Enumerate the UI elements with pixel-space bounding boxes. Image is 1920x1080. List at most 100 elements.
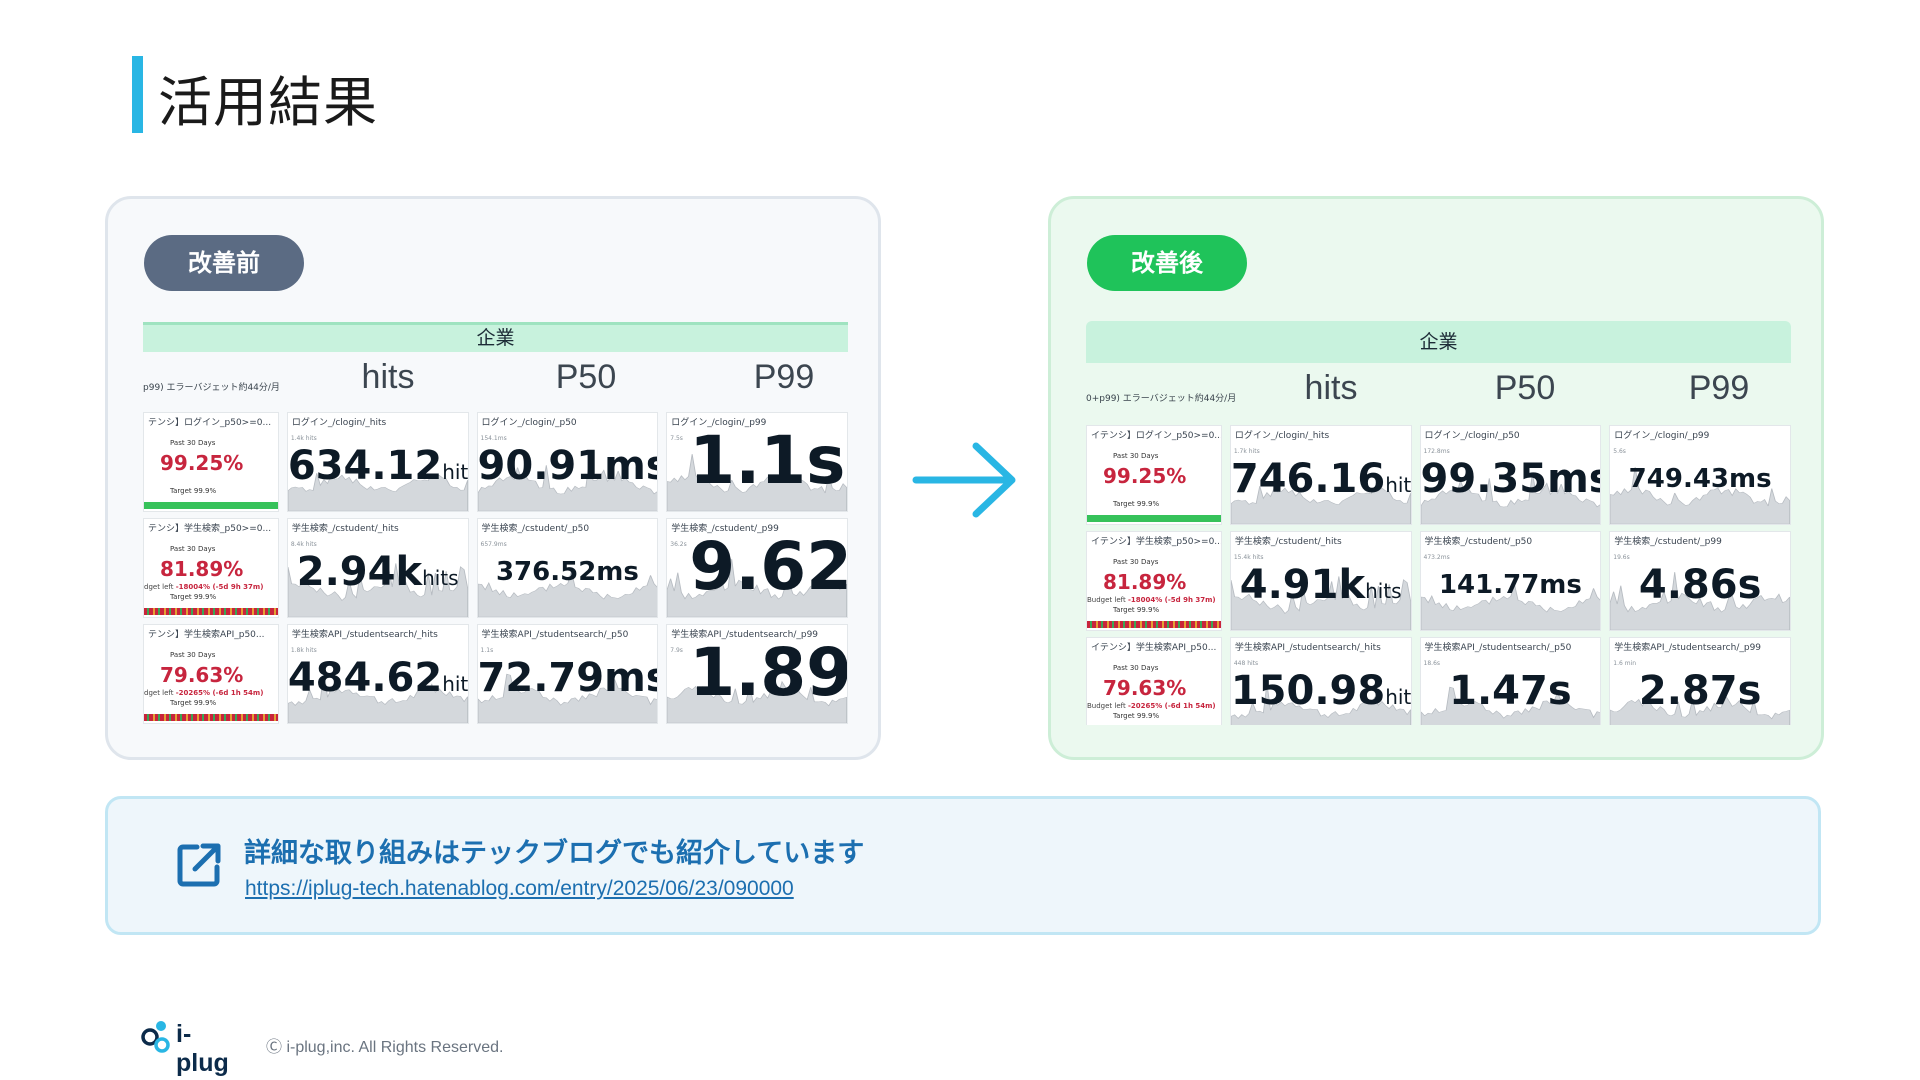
tile-title: ログイン_/clogin/_hits bbox=[1234, 431, 1330, 441]
metric-tile-hits: 学生検索API_/studentsearch/_hits448 hits53.8… bbox=[1229, 637, 1412, 725]
metric-row: テンシ】学生検索API_p50... Past 30 Days 79.63% dget… bbox=[143, 624, 848, 724]
value-number: 1.89s bbox=[689, 634, 848, 711]
group-header: 企業 bbox=[143, 322, 848, 352]
metric-value: 749.43ms bbox=[1610, 454, 1790, 505]
value-number: 634.12 bbox=[287, 443, 443, 489]
external-link-icon[interactable] bbox=[175, 841, 223, 889]
value-unit: hits bbox=[422, 566, 459, 590]
metric-value: 99.35ms bbox=[1421, 454, 1601, 510]
tile-title: 学生検索_/cstudent/_p50 bbox=[1424, 537, 1533, 547]
metric-tile-hits: 学生検索API_/studentsearch/_hits1.8k hits2.5… bbox=[286, 624, 469, 724]
value-number: 99.35ms bbox=[1420, 456, 1602, 502]
column-hits: hits bbox=[361, 358, 415, 396]
metric-value: 634.12hits bbox=[288, 441, 468, 497]
slo-percent: 79.63% bbox=[1103, 676, 1187, 700]
link-title[interactable]: 詳細な取り組みはテックブログでも紹介しています bbox=[244, 831, 864, 870]
after-label: 改善後 bbox=[1087, 235, 1247, 291]
slo-title: テンシ】学生検索_p50>=0... bbox=[148, 524, 272, 534]
metric-tile-p99: 学生検索API_/studentsearch/_p991.6 min110.8m… bbox=[1609, 637, 1791, 725]
tile-title: 学生検索API_/studentsearch/_hits bbox=[1234, 643, 1381, 653]
tile-title: 学生検索API_/studentsearch/_p50 bbox=[1424, 643, 1572, 653]
slo-status-bar bbox=[144, 714, 278, 721]
slo-percent: 99.25% bbox=[160, 451, 244, 475]
metric-value: 2.87s bbox=[1610, 666, 1790, 722]
slo-period: Past 30 Days bbox=[170, 439, 216, 447]
slo-target: Target 99.9% bbox=[170, 487, 217, 495]
budget-left: dget left -20265% (-6d 1h 54m) bbox=[144, 689, 263, 697]
metric-row: テンシ】ログイン_p50>=0... Past 30 Days 99.25% Targ… bbox=[143, 412, 848, 512]
tile-title: 学生検索API_/studentsearch/_p50 bbox=[481, 630, 629, 640]
slo-target: Target 99.9% bbox=[1113, 606, 1160, 614]
metric-tile-p99: 学生検索_/cstudent/_p9936.2s857.1ms9.62s bbox=[666, 518, 848, 618]
slo-tile: テンシ】学生検索_p50>=0... Past 30 Days 81.89% dget… bbox=[143, 518, 279, 618]
metric-row: テンシ】学生検索_p50>=0... Past 30 Days 81.89% dget… bbox=[143, 518, 848, 618]
company-logo: i-plug bbox=[140, 1018, 244, 1077]
value-unit: hits bbox=[1365, 579, 1402, 603]
metric-tile-hits: 学生検索_/cstudent/_hits15.4k hits433 hits4.… bbox=[1229, 531, 1412, 631]
slo-target: Target 99.9% bbox=[170, 593, 217, 601]
value-number: 749.43ms bbox=[1628, 464, 1772, 494]
value-unit: hits bbox=[442, 460, 469, 484]
group-header: 企業 bbox=[1086, 321, 1791, 363]
column-p99: P99 bbox=[1688, 369, 1750, 407]
metric-value: 141.77ms bbox=[1421, 560, 1601, 611]
slo-title: イテンシ】ログイン_p50>=0... bbox=[1091, 431, 1222, 441]
slo-percent: 81.89% bbox=[1103, 570, 1187, 594]
slo-percent: 81.89% bbox=[160, 557, 244, 581]
value-number: 141.77ms bbox=[1438, 570, 1582, 600]
budget-left-label: Budget left bbox=[1087, 702, 1128, 710]
slo-status-bar bbox=[144, 502, 278, 509]
value-number: 150.98 bbox=[1230, 668, 1386, 714]
value-number: 484.62 bbox=[287, 655, 443, 701]
metric-value: 9.62s bbox=[667, 534, 847, 612]
slo-target: Target 99.9% bbox=[1113, 500, 1160, 508]
metric-value: 2.94khits bbox=[288, 547, 468, 603]
metric-value: 150.98hits bbox=[1231, 666, 1411, 722]
before-panel: 改善前 企業 p99) エラーバジェット約44分/月 hits P50 P99 … bbox=[105, 196, 881, 760]
metric-row: イテンシ】学生検索API_p50... Past 30 Days 79.63% Bud… bbox=[1086, 637, 1791, 725]
tile-title: 学生検索_/cstudent/_p50 bbox=[481, 524, 590, 534]
value-number: 376.52ms bbox=[495, 557, 639, 587]
budget-left-label: Budget left bbox=[1087, 596, 1128, 604]
tile-title: ログイン_/clogin/_p50 bbox=[1424, 431, 1520, 441]
metric-tile-p50: ログイン_/clogin/_p50172.8ms73.2ms99.35ms bbox=[1419, 425, 1602, 525]
value-number: 4.91k bbox=[1239, 562, 1366, 608]
metric-value: 376.52ms bbox=[478, 547, 658, 598]
metric-value: 1.89s bbox=[667, 640, 847, 718]
value-number: 2.87s bbox=[1638, 668, 1762, 714]
slo-percent: 79.63% bbox=[160, 663, 244, 687]
column-hits: hits bbox=[1304, 369, 1358, 407]
slo-tile: イテンシ】学生検索API_p50... Past 30 Days 79.63% Bud… bbox=[1086, 637, 1222, 725]
slo-tile: イテンシ】学生検索_p50>=0... Past 30 Days 81.89% Bud… bbox=[1086, 531, 1222, 631]
slo-period: Past 30 Days bbox=[1113, 452, 1159, 460]
slo-period: Past 30 Days bbox=[170, 651, 216, 659]
budget-left-value: -18004% (-5d 9h 37m) bbox=[1127, 596, 1216, 604]
value-unit: hits bbox=[1385, 685, 1412, 709]
column-header-row: p99) エラーバジェット約44分/月 hits P50 P99 bbox=[143, 352, 848, 412]
metric-value: 72.79ms bbox=[478, 653, 658, 709]
tile-title: 学生検索API_/studentsearch/_p99 bbox=[1614, 643, 1762, 653]
page-title: 活用結果 bbox=[158, 71, 378, 134]
metric-value: 4.91khits bbox=[1231, 560, 1411, 616]
tile-title: 学生検索API_/studentsearch/_hits bbox=[291, 630, 438, 640]
dashboard-screenshot-before: 企業 p99) エラーバジェット約44分/月 hits P50 P99 テンシ】… bbox=[143, 322, 848, 724]
metric-tile-p50: ログイン_/clogin/_p50154.1ms66.4ms90.91ms bbox=[476, 412, 659, 512]
slo-title: イテンシ】学生検索API_p50... bbox=[1091, 643, 1217, 653]
budget-left: Budget left -18004% (-5d 9h 37m) bbox=[1087, 596, 1216, 604]
tech-blog-callout[interactable]: 詳細な取り組みはテックブログでも紹介しています https://iplug-te… bbox=[105, 796, 1821, 935]
slo-tile: テンシ】ログイン_p50>=0... Past 30 Days 99.25% Targ… bbox=[143, 412, 279, 512]
copyright: Ⓒ i-plug,inc. All Rights Reserved. bbox=[266, 1039, 504, 1056]
metric-tile-hits: ログイン_/clogin/_hits1.4k hits100 hits634.1… bbox=[286, 412, 469, 512]
slo-title: テンシ】ログイン_p50>=0... bbox=[148, 418, 272, 428]
metric-tile-p50: 学生検索API_/studentsearch/_p5018.6s9.4ms1.4… bbox=[1419, 637, 1602, 725]
slo-tile: テンシ】学生検索API_p50... Past 30 Days 79.63% dget… bbox=[143, 624, 279, 724]
slo-period: Past 30 Days bbox=[1113, 664, 1159, 672]
blog-url-link[interactable]: https://iplug-tech.hatenablog.com/entry/… bbox=[245, 877, 794, 901]
tile-title: 学生検索_/cstudent/_hits bbox=[291, 524, 399, 534]
tile-title: 学生検索_/cstudent/_hits bbox=[1234, 537, 1342, 547]
tile-title: ログイン_/clogin/_hits bbox=[291, 418, 387, 428]
slo-status-bar bbox=[1087, 621, 1221, 628]
metric-value: 484.62hits bbox=[288, 653, 468, 709]
metric-value: 746.16hits bbox=[1231, 454, 1411, 510]
metric-tile-p99: ログイン_/clogin/_p997.5s385.1ms1.1s bbox=[666, 412, 848, 512]
